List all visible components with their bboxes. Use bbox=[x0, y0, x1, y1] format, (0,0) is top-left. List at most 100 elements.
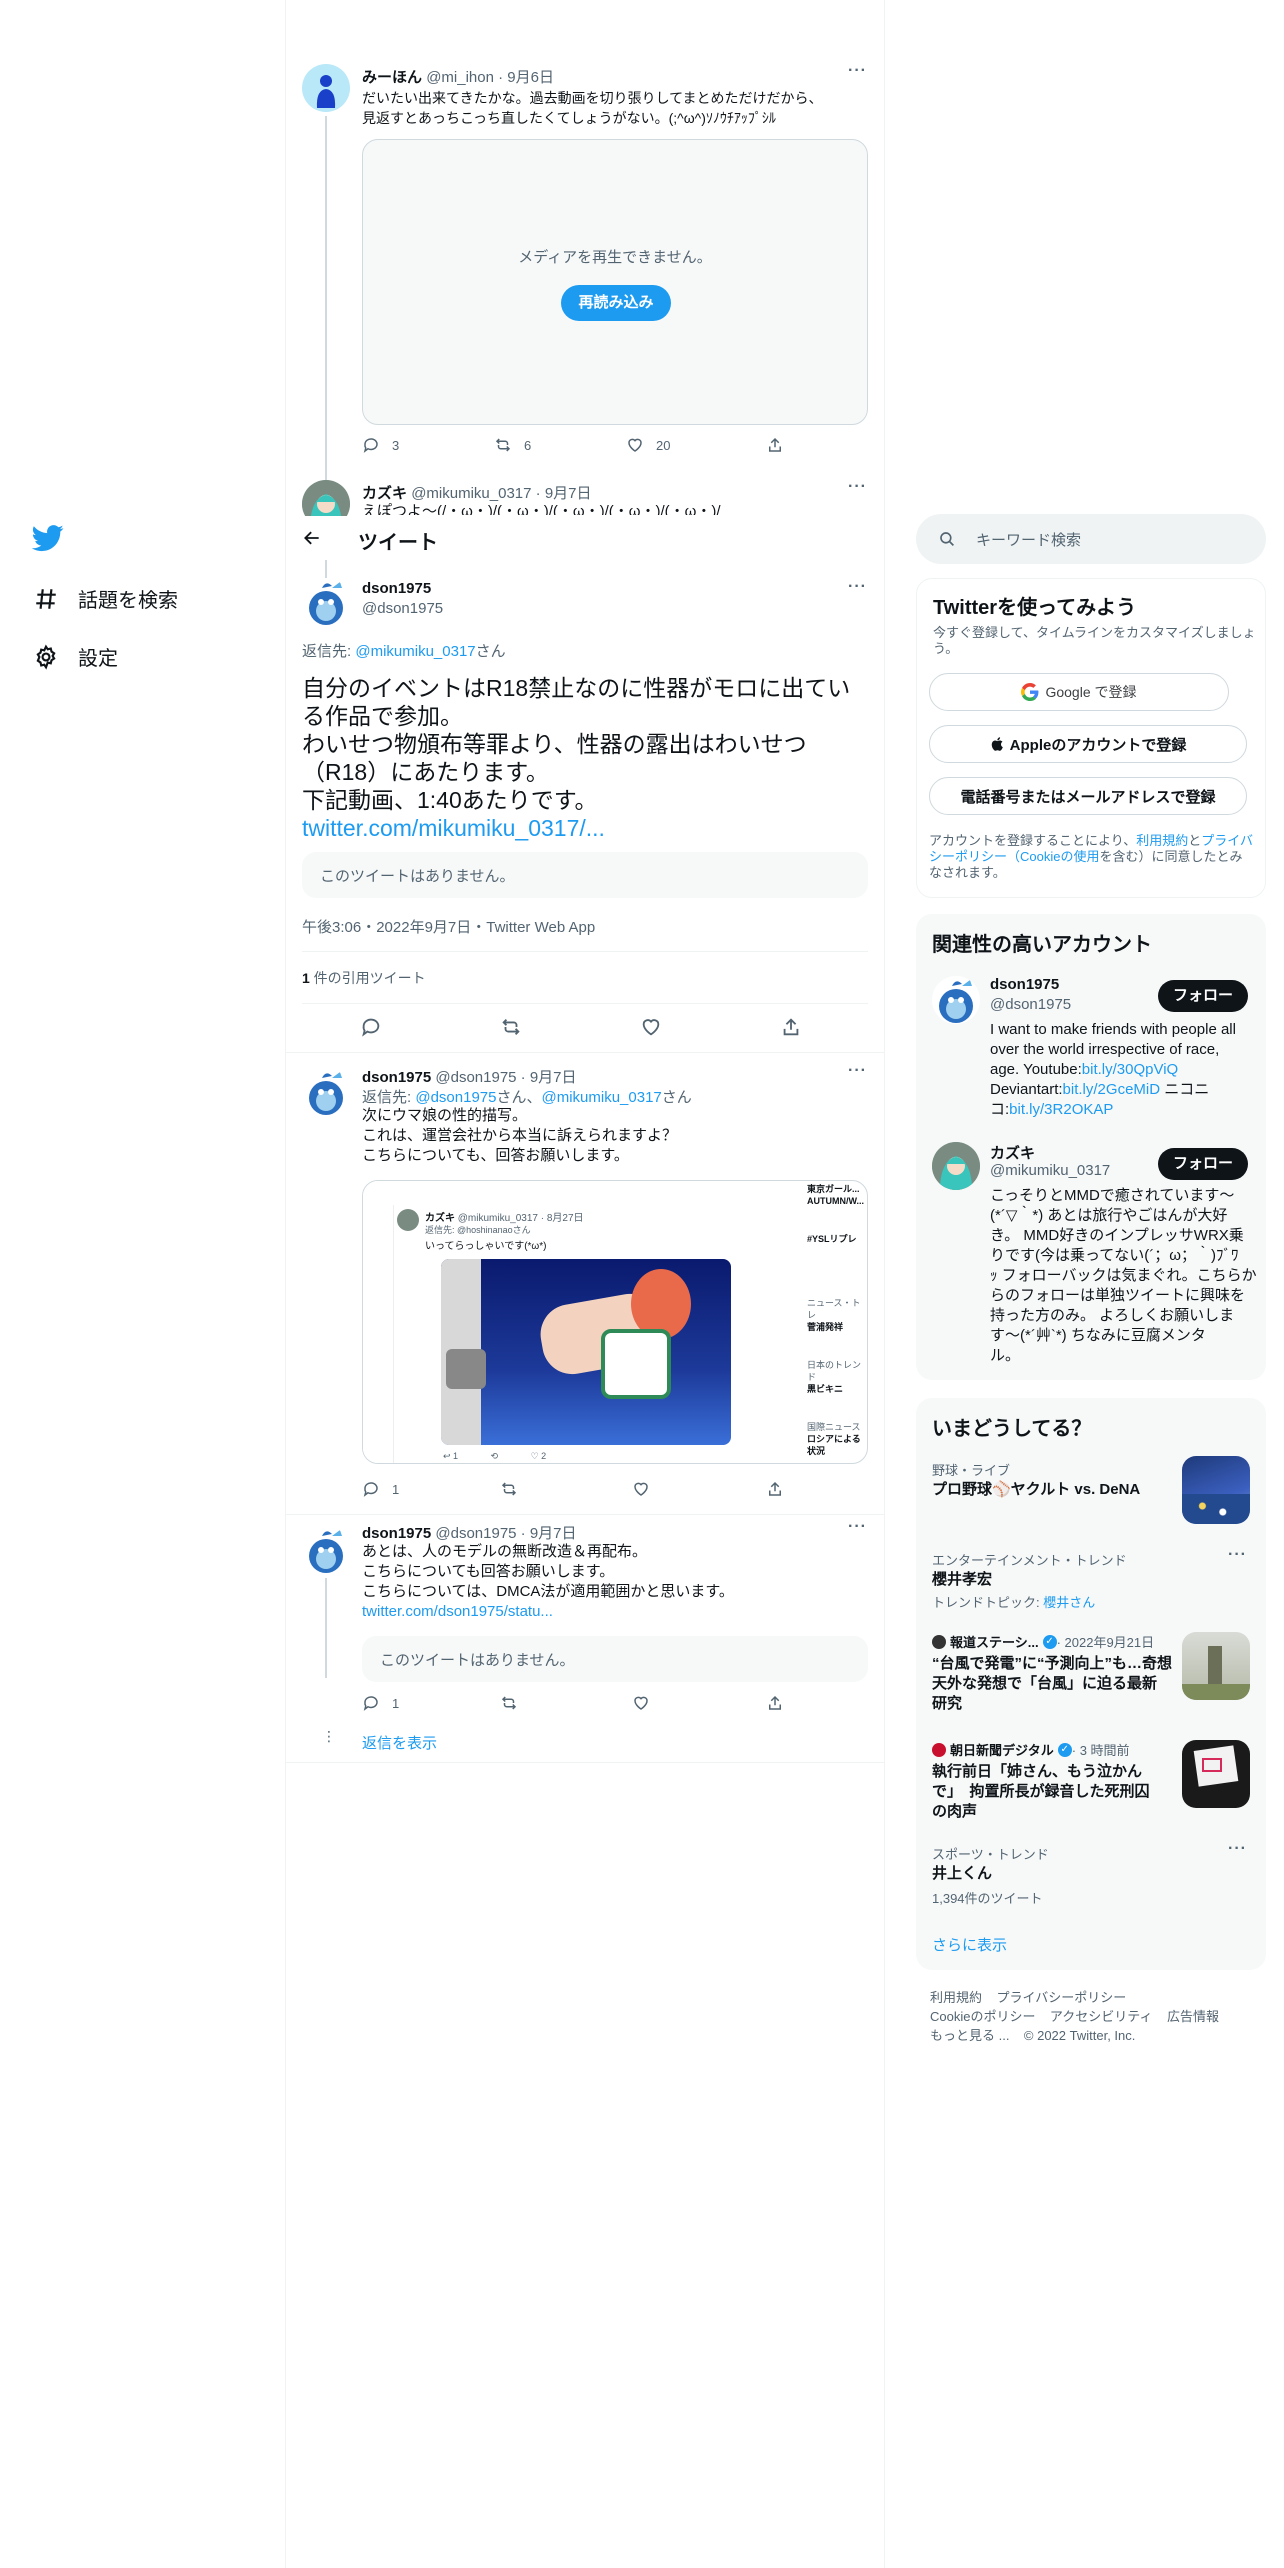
avatar-dson[interactable] bbox=[302, 1526, 350, 1574]
reload-button[interactable]: 再読み込み bbox=[561, 285, 671, 321]
footer-more-link[interactable]: もっと見る ... bbox=[930, 2028, 1009, 2043]
gear-icon bbox=[32, 643, 60, 671]
account-bio: こっそりとMMDで癒されています～ (*´▽｀*) あとは旅行やごはんが大好 き… bbox=[990, 1187, 1257, 1364]
tweet-actions: 1 bbox=[362, 1694, 796, 1712]
tweet-actions: 1 bbox=[362, 1480, 796, 1498]
like-button[interactable] bbox=[632, 1480, 766, 1498]
author-handle[interactable]: @dson1975 bbox=[362, 600, 443, 617]
footer-accessibility-link[interactable]: アクセシビリティ bbox=[1050, 2009, 1153, 2024]
trend-thumbnail bbox=[1182, 1456, 1250, 1524]
quote-tweets-link[interactable]: 1 件の引用ツイート bbox=[302, 968, 426, 988]
more-icon[interactable]: ··· bbox=[1228, 1840, 1247, 1858]
avatar-kazuki[interactable] bbox=[932, 1142, 980, 1190]
tweet-link[interactable]: twitter.com/mikumiku_0317/... bbox=[302, 814, 850, 842]
reply-to: 返信先: @dson1975さん、@mikumiku_0317さん bbox=[362, 1089, 692, 1106]
search-icon bbox=[940, 532, 954, 546]
avatar-dson[interactable] bbox=[932, 976, 980, 1024]
related-accounts-card: 関連性の高いアカウント dson1975 @dson1975 フォロー I wa… bbox=[916, 914, 1266, 1380]
signup-terms: アカウントを登録することにより、利用規約とプライバシーポリシー（Cookieの使… bbox=[929, 833, 1254, 880]
tweet-meta[interactable]: 午後3:06・2022年9月7日・Twitter Web App bbox=[302, 916, 595, 937]
reply-to-user-link[interactable]: @mikumiku_0317 bbox=[541, 1089, 661, 1106]
show-more-link[interactable]: さらに表示 bbox=[932, 1934, 1007, 1955]
signup-desc: 今すぐ登録して、タイムラインをカスタマイズしましょ う。 bbox=[933, 625, 1256, 656]
more-icon[interactable]: ··· bbox=[848, 478, 867, 496]
avatar-dson[interactable] bbox=[302, 578, 350, 626]
terms-link[interactable]: 利用規約 bbox=[1136, 833, 1188, 848]
reply-to-user-link[interactable]: @dson1975 bbox=[415, 1089, 496, 1106]
retweet-icon bbox=[501, 1482, 517, 1496]
footer-ads-link[interactable]: 広告情報 bbox=[1167, 2009, 1219, 2024]
reply-button[interactable]: 1 bbox=[362, 1480, 500, 1498]
author-handle[interactable]: @dson1975 bbox=[435, 1525, 516, 1542]
more-icon[interactable]: ··· bbox=[848, 1062, 867, 1080]
follow-button[interactable]: フォロー bbox=[1158, 1148, 1248, 1180]
author-handle[interactable]: @mikumiku_0317 bbox=[411, 485, 531, 502]
back-arrow-icon[interactable] bbox=[302, 528, 322, 553]
author-name[interactable]: みーほん bbox=[362, 69, 422, 86]
like-button[interactable] bbox=[632, 1694, 766, 1712]
google-signup-button[interactable]: Google で登録 bbox=[929, 673, 1229, 711]
account-handle[interactable]: @dson1975 bbox=[990, 996, 1071, 1013]
search-input[interactable]: キーワード検索 bbox=[916, 514, 1266, 564]
author-handle[interactable]: @dson1975 bbox=[435, 1069, 516, 1086]
footer-privacy-link[interactable]: プライバシーポリシー bbox=[996, 1990, 1126, 2005]
nav-explore[interactable]: 話題を検索 bbox=[32, 584, 178, 613]
account-name[interactable]: カズキ bbox=[990, 1142, 1035, 1163]
more-icon[interactable]: ··· bbox=[848, 62, 867, 80]
avatar-dson[interactable] bbox=[302, 1068, 350, 1116]
retweet-button[interactable] bbox=[500, 1694, 632, 1712]
verified-icon: ✓ bbox=[1057, 1742, 1072, 1757]
account-name[interactable]: dson1975 bbox=[990, 976, 1059, 993]
unavailable-quote: このツイートはありません。 bbox=[302, 852, 868, 898]
footer-cookie-link[interactable]: Cookieのポリシー bbox=[930, 2009, 1035, 2024]
avatar-mihon[interactable] bbox=[302, 64, 350, 112]
tweet-time[interactable]: 9月6日 bbox=[507, 69, 554, 86]
author-name[interactable]: dson1975 bbox=[362, 1069, 431, 1086]
retweet-button[interactable] bbox=[500, 1016, 640, 1038]
share-button[interactable] bbox=[766, 1480, 796, 1498]
like-button[interactable] bbox=[640, 1016, 780, 1038]
tweet-time[interactable]: 9月7日 bbox=[530, 1069, 577, 1086]
more-icon[interactable]: ··· bbox=[1228, 1546, 1247, 1564]
account-handle[interactable]: @mikumiku_0317 bbox=[990, 1162, 1110, 1179]
tweet-time[interactable]: 9月7日 bbox=[530, 1525, 577, 1542]
reply-to-user-link[interactable]: @mikumiku_0317 bbox=[355, 643, 475, 660]
thread-line bbox=[325, 116, 327, 482]
bio-link[interactable]: bit.ly/2GceMiD bbox=[1063, 1081, 1161, 1098]
tweet-link[interactable]: twitter.com/dson1975/statu... bbox=[362, 1602, 734, 1622]
unavailable-quote: このツイートはありません。 bbox=[362, 1636, 868, 1682]
embedded-avatar bbox=[397, 1209, 419, 1231]
more-icon[interactable]: ··· bbox=[848, 1518, 867, 1536]
share-button[interactable] bbox=[766, 1694, 796, 1712]
nav-settings[interactable]: 設定 bbox=[32, 642, 118, 671]
tweet-image[interactable]: カズキ @mikumiku_0317 · 8月27日 返信先: @hoshina… bbox=[362, 1180, 868, 1464]
twitter-logo-icon[interactable] bbox=[31, 522, 64, 554]
share-button[interactable] bbox=[766, 436, 796, 454]
signup-card: Twitterを使ってみよう 今すぐ登録して、タイムラインをカスタマイズしましょ… bbox=[916, 578, 1266, 898]
author-name[interactable]: dson1975 bbox=[362, 580, 431, 597]
apple-signup-button[interactable]: Appleのアカウントで登録 bbox=[929, 725, 1247, 763]
media-player[interactable]: メディアを再生できません。 再読み込み bbox=[362, 139, 868, 425]
retweet-button[interactable] bbox=[500, 1480, 632, 1498]
retweet-icon bbox=[501, 1696, 517, 1710]
retweet-button[interactable]: 6 bbox=[494, 436, 626, 454]
more-icon[interactable]: ··· bbox=[848, 578, 867, 596]
bio-link[interactable]: bit.ly/3R2OKAP bbox=[1009, 1101, 1113, 1118]
author-name[interactable]: dson1975 bbox=[362, 1525, 431, 1542]
phone-email-signup-button[interactable]: 電話番号またはメールアドレスで登録 bbox=[929, 777, 1247, 815]
share-button[interactable] bbox=[780, 1016, 814, 1038]
share-icon bbox=[769, 437, 781, 452]
reply-button[interactable]: 1 bbox=[362, 1694, 500, 1712]
author-handle[interactable]: @mi_ihon bbox=[426, 69, 494, 86]
show-replies-link[interactable]: 返信を表示 bbox=[362, 1732, 437, 1753]
heart-icon bbox=[628, 438, 642, 452]
author-name[interactable]: カズキ bbox=[362, 485, 407, 502]
like-button[interactable]: 20 bbox=[626, 436, 766, 454]
bio-link[interactable]: bit.ly/30QpViQ bbox=[1082, 1061, 1178, 1078]
reply-button[interactable] bbox=[360, 1016, 500, 1038]
footer-terms-link[interactable]: 利用規約 bbox=[930, 1990, 982, 2005]
reply-button[interactable]: 3 bbox=[362, 436, 494, 454]
follow-button[interactable]: フォロー bbox=[1158, 980, 1248, 1012]
signup-title: Twitterを使ってみよう bbox=[933, 597, 1137, 619]
tweet-time[interactable]: 9月7日 bbox=[545, 485, 592, 502]
